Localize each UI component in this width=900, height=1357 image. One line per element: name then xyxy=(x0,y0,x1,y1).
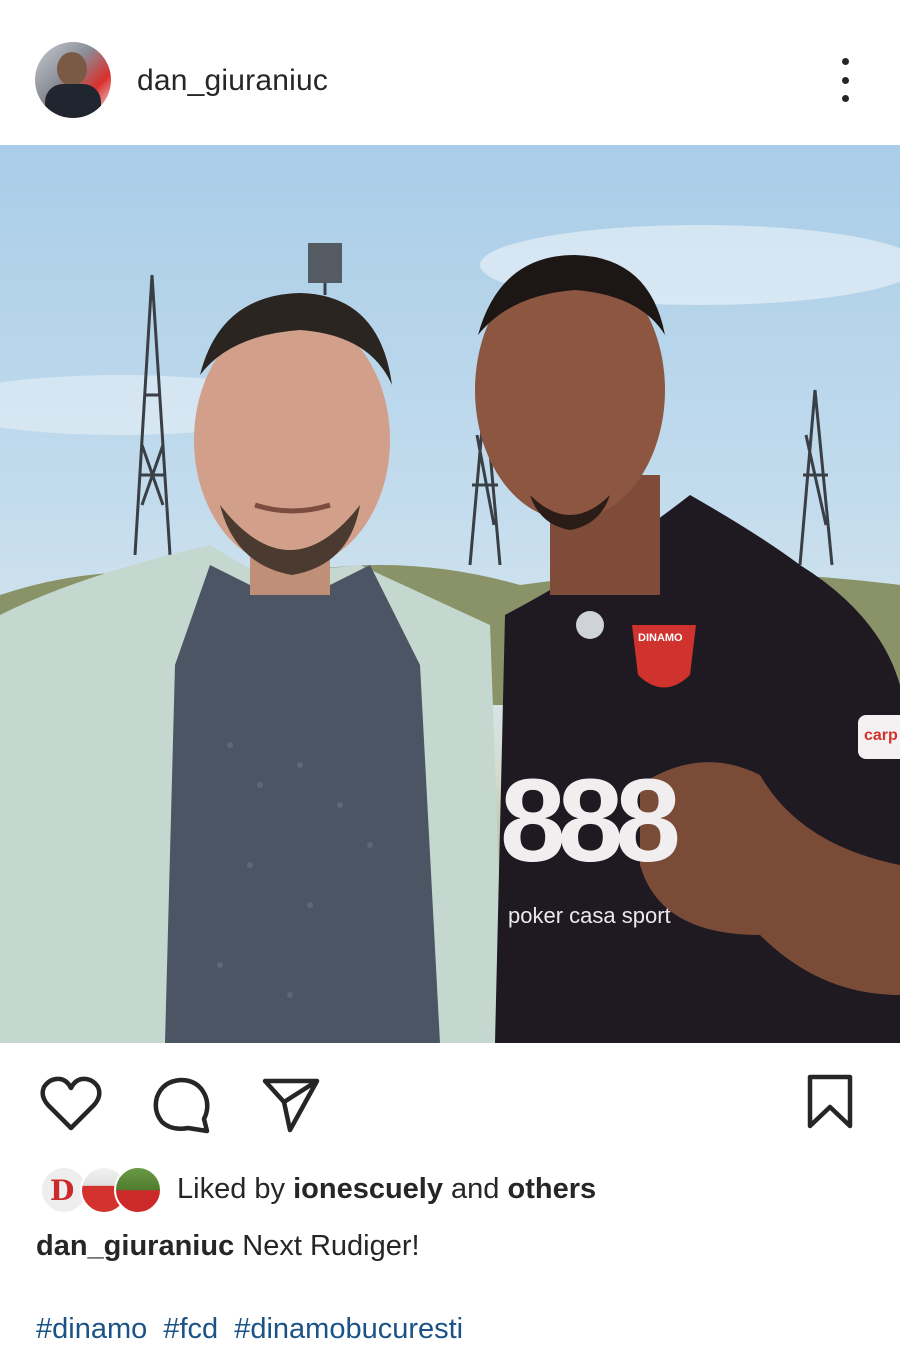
liker-avatar[interactable] xyxy=(114,1166,162,1214)
jersey-sponsor-text: poker casa sport xyxy=(508,903,671,928)
post-header: dan_giuraniuc xyxy=(0,0,900,145)
send-icon xyxy=(262,1078,320,1133)
profile-avatar[interactable] xyxy=(35,42,111,118)
likes-user[interactable]: ionescuely xyxy=(293,1173,443,1205)
more-options-button[interactable] xyxy=(830,58,860,102)
more-dot xyxy=(841,76,849,84)
bookmark-icon xyxy=(807,1074,853,1129)
avatar-body xyxy=(45,84,101,118)
likes-prefix: Liked by xyxy=(177,1173,286,1205)
comment-button[interactable] xyxy=(152,1075,212,1135)
like-button[interactable] xyxy=(40,1076,102,1132)
hashtag-link[interactable]: #dinamobucuresti xyxy=(234,1313,463,1345)
post-caption: dan_giuraniuc Next Rudiger! xyxy=(36,1230,420,1263)
hashtag-link[interactable]: #dinamo xyxy=(36,1313,147,1345)
avatar-head xyxy=(57,52,87,86)
comment-icon xyxy=(153,1077,210,1134)
post-username[interactable]: dan_giuraniuc xyxy=(137,64,328,98)
more-vertical-icon xyxy=(841,58,849,65)
post-image[interactable]: 888 poker casa sport DINAMO carp xyxy=(0,145,900,1043)
heart-icon xyxy=(40,1076,102,1131)
post-image-illustration xyxy=(0,225,900,1043)
likes-summary[interactable]: Liked by ionescuely and others xyxy=(177,1173,596,1206)
jersey-sponsor-number: 888 xyxy=(500,755,681,887)
likes-row: D Liked by ionescuely and others xyxy=(0,1160,900,1216)
more-dot xyxy=(841,95,849,102)
hashtags: #dinamo #fcd #dinamobucuresti xyxy=(36,1313,471,1346)
svg-text:D: D xyxy=(50,1174,74,1207)
caption-username[interactable]: dan_giuraniuc xyxy=(36,1230,234,1262)
jersey-sleeve-badge: carp xyxy=(858,715,900,759)
post-actions xyxy=(0,1043,900,1163)
save-button[interactable] xyxy=(806,1074,854,1130)
jersey-crest-text: DINAMO xyxy=(638,632,683,644)
caption-text: Next Rudiger! xyxy=(242,1230,420,1262)
share-button[interactable] xyxy=(262,1076,320,1134)
hashtag-link[interactable]: #fcd xyxy=(163,1313,218,1345)
likes-middle: and xyxy=(451,1173,500,1205)
likes-others[interactable]: others xyxy=(508,1173,597,1205)
